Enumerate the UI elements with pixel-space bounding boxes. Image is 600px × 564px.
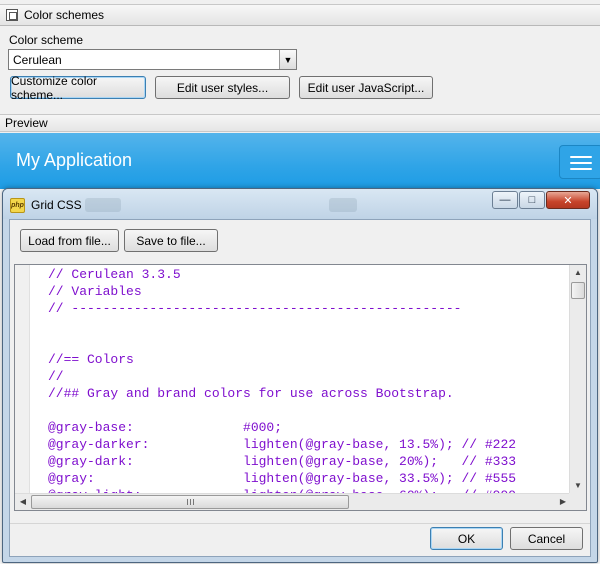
scroll-left-icon[interactable]: ◀: [15, 497, 31, 506]
color-scheme-value: Cerulean: [13, 52, 62, 67]
edit-user-javascript-button[interactable]: Edit user JavaScript...: [299, 76, 433, 99]
preview-label: Preview: [5, 116, 48, 130]
cancel-button[interactable]: Cancel: [510, 527, 583, 550]
titlebar-blur: [85, 198, 121, 212]
dialog-titlebar[interactable]: php Grid CSS — □ ✕: [3, 189, 597, 219]
titlebar-blur: [329, 198, 357, 212]
color-schemes-title: Color schemes: [24, 8, 105, 22]
php-file-icon: php: [10, 198, 25, 213]
horizontal-scroll-thumb[interactable]: [31, 495, 349, 509]
vertical-scrollbar[interactable]: ▲ ▼: [569, 265, 586, 493]
code-line: @gray-dark: lighten(@gray-base, 20%); //…: [48, 454, 517, 469]
code-line: @gray-darker: lighten(@gray-base, 13.5%)…: [48, 437, 517, 452]
dialog-title: Grid CSS: [31, 198, 82, 212]
code-line: //== Colors: [48, 352, 134, 367]
code-line: @gray-base: #000;: [48, 420, 283, 435]
customize-color-scheme-button[interactable]: Customize color scheme...: [10, 74, 146, 102]
vertical-scroll-thumb[interactable]: [571, 282, 585, 299]
color-scheme-select[interactable]: Cerulean ▼: [8, 49, 297, 70]
color-scheme-label: Color scheme: [9, 33, 84, 47]
chevron-down-icon[interactable]: ▼: [279, 50, 296, 69]
scroll-down-icon[interactable]: ▼: [570, 481, 586, 490]
app-title: My Application: [16, 150, 133, 170]
editor-gutter: [15, 265, 30, 493]
panel-collapse-icon[interactable]: [6, 9, 18, 21]
preview-header: Preview: [0, 114, 600, 132]
code-line: @gray: lighten(@gray-base, 33.5%); // #5…: [48, 471, 517, 486]
horizontal-scrollbar[interactable]: ◀ ▶: [15, 493, 571, 510]
ok-button[interactable]: OK: [430, 527, 503, 550]
close-icon[interactable]: ✕: [546, 191, 590, 209]
preview-navbar: My Application: [0, 133, 600, 189]
color-schemes-header[interactable]: Color schemes: [0, 4, 600, 26]
footer-divider: [10, 523, 590, 524]
minimize-icon[interactable]: —: [492, 191, 518, 209]
scrollbar-corner: [569, 493, 586, 510]
code-line: // -------------------------------------…: [48, 301, 462, 316]
code-line: // Variables: [48, 284, 142, 299]
code-lines: // Cerulean 3.3.5 // Variables // --------…: [48, 266, 568, 504]
maximize-icon[interactable]: □: [519, 191, 545, 209]
save-to-file-button[interactable]: Save to file...: [124, 229, 218, 252]
hamburger-menu-icon[interactable]: [559, 145, 600, 179]
load-from-file-button[interactable]: Load from file...: [20, 229, 119, 252]
css-code-editor[interactable]: // Cerulean 3.3.5 // Variables // --------…: [14, 264, 587, 511]
code-line: //## Gray and brand colors for use acros…: [48, 386, 454, 401]
dialog-client: Load from file... Save to file... // Cer…: [9, 219, 591, 557]
grid-css-dialog: php Grid CSS — □ ✕ Load from file... Sav…: [2, 188, 598, 563]
edit-user-styles-button[interactable]: Edit user styles...: [155, 76, 290, 99]
scroll-up-icon[interactable]: ▲: [570, 268, 586, 277]
code-line: // Cerulean 3.3.5: [48, 267, 181, 282]
code-line: //: [48, 369, 64, 384]
